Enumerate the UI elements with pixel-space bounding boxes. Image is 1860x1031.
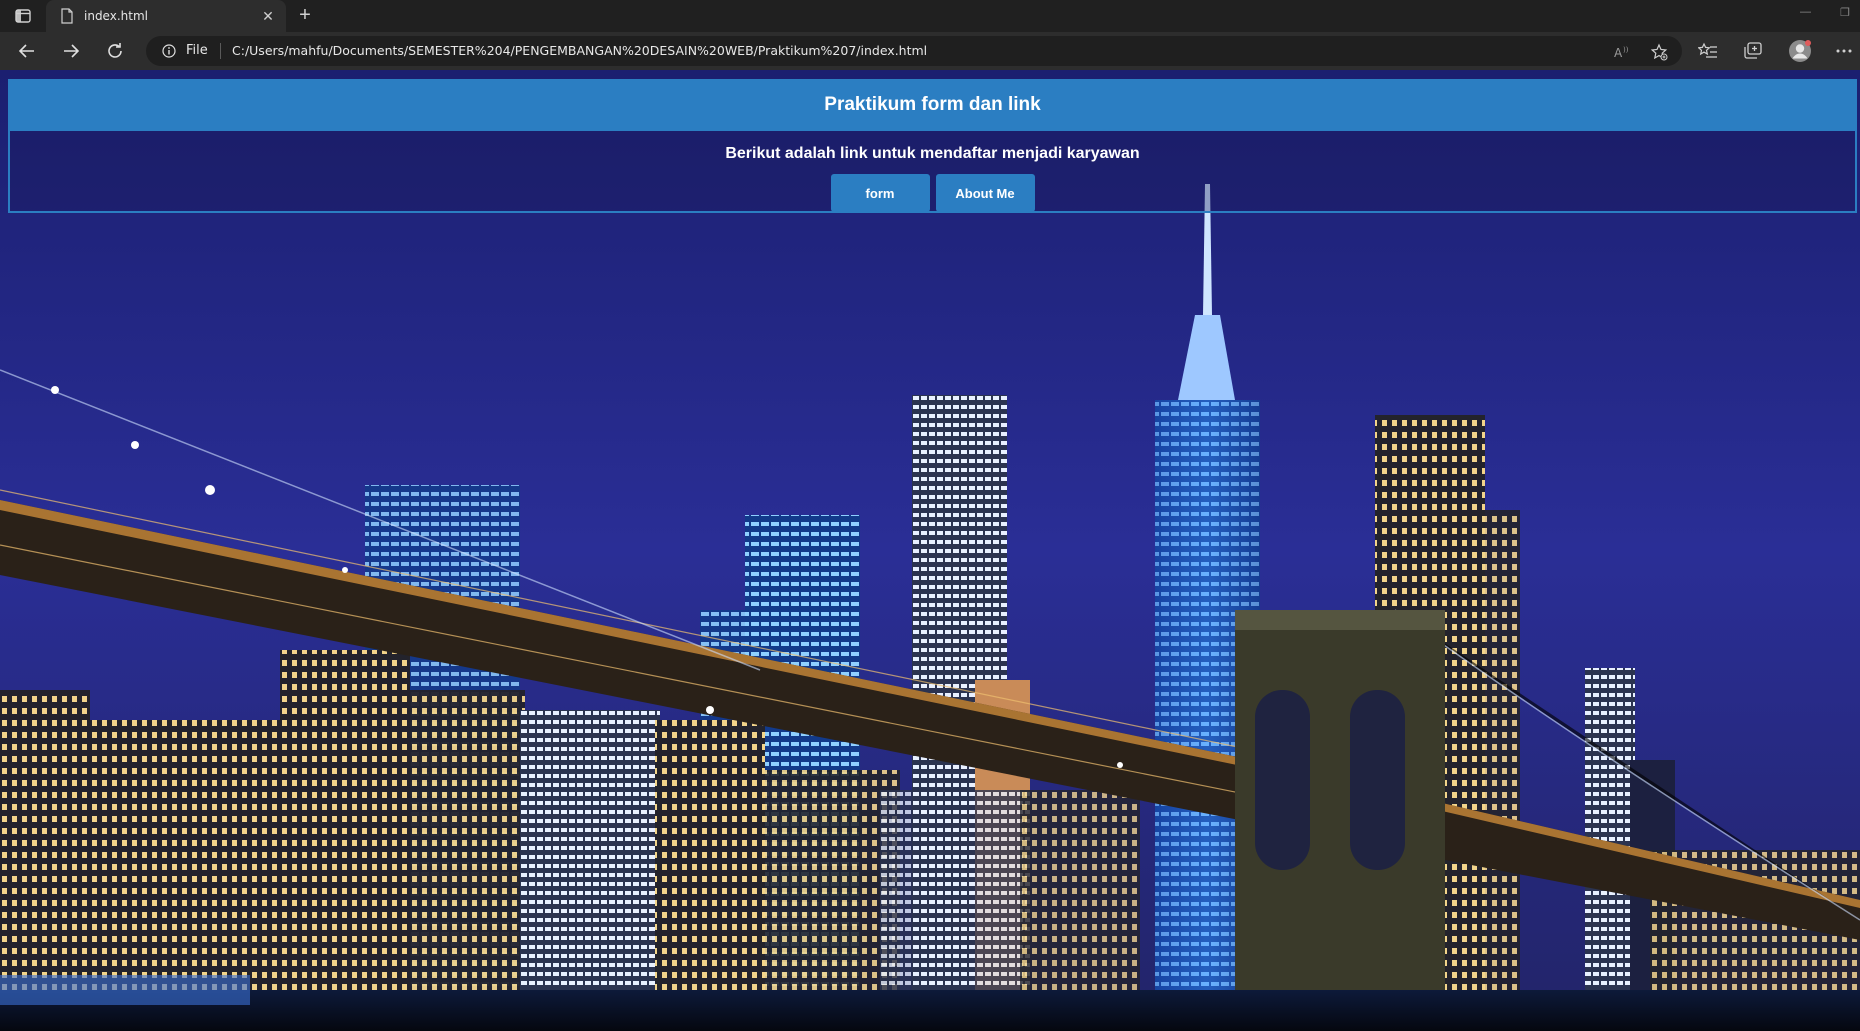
page-icon — [60, 8, 74, 24]
address-scheme: File — [186, 43, 208, 58]
lead-text: Berikut adalah link untuk mendaftar menj… — [725, 145, 1140, 162]
tab-bar: index.html ✕ + — ❐ — [0, 0, 1860, 32]
page-title: Praktikum form dan link — [824, 94, 1041, 115]
about-me-link-button[interactable]: About Me — [935, 174, 1035, 212]
browser-toolbar: File C:/Users/mahfu/Documents/SEMESTER%2… — [0, 32, 1860, 70]
read-aloud-icon[interactable]: A)) — [1614, 43, 1632, 61]
link-section: Berikut adalah link untuk mendaftar menj… — [8, 131, 1857, 213]
refresh-icon[interactable] — [104, 40, 126, 62]
svg-text:A: A — [1614, 46, 1623, 59]
profile-icon[interactable] — [1788, 39, 1812, 63]
minimize-icon[interactable]: — — [1800, 6, 1811, 18]
button-row: form About Me — [10, 174, 1855, 212]
tab-index[interactable]: index.html ✕ — [46, 0, 286, 32]
favorites-icon[interactable] — [1698, 41, 1718, 61]
address-url[interactable]: C:/Users/mahfu/Documents/SEMESTER%204/PE… — [232, 43, 927, 58]
svg-text:)): )) — [1623, 46, 1629, 54]
collections-icon[interactable] — [1743, 41, 1763, 61]
more-icon[interactable] — [1834, 41, 1854, 61]
plus-icon[interactable]: + — [294, 5, 316, 27]
address-separator — [220, 43, 221, 59]
form-link-button[interactable]: form — [830, 174, 930, 212]
address-bar[interactable]: File C:/Users/mahfu/Documents/SEMESTER%2… — [146, 36, 1682, 66]
close-icon[interactable]: ✕ — [258, 6, 278, 26]
restore-icon[interactable]: ❐ — [1840, 6, 1850, 19]
city-skyline-background — [0, 70, 1860, 1031]
sidebar-icon[interactable] — [12, 7, 34, 25]
favorite-add-icon[interactable] — [1650, 43, 1668, 61]
page-header: Praktikum form dan link — [8, 79, 1857, 131]
page-viewport: Praktikum form dan link Berikut adalah l… — [0, 70, 1860, 1031]
forward-icon[interactable] — [60, 40, 82, 62]
tab-title: index.html — [84, 9, 148, 23]
info-icon[interactable] — [162, 44, 176, 58]
back-icon[interactable] — [16, 40, 38, 62]
